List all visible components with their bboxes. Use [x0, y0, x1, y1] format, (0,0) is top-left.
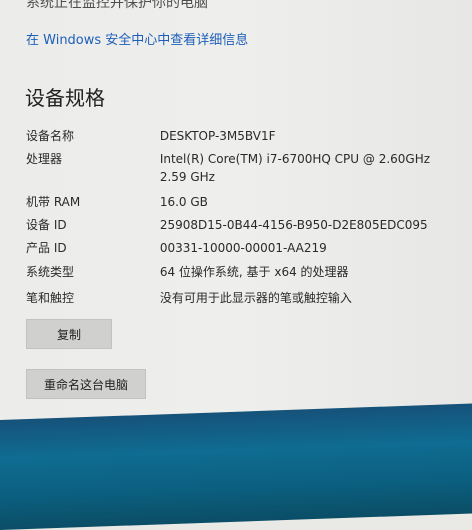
spec-row-system-type: 系统类型 64 位操作系统, 基于 x64 的处理器 — [26, 263, 349, 281]
spec-value: 没有可用于此显示器的笔或触控输入 — [159, 291, 352, 305]
spec-label: 产品 ID — [26, 241, 67, 255]
rename-pc-button[interactable]: 重命名这台电脑 — [26, 369, 146, 399]
device-specs-title: 设备规格 — [25, 86, 105, 110]
spec-value: 25908D15-0B44-4156-B950-D2E805EDC095 — [159, 218, 428, 232]
windows-security-link[interactable]: 在 Windows 安全中心中查看详细信息 — [26, 29, 248, 48]
spec-label: 机带 RAM — [26, 195, 81, 209]
spec-label: 系统类型 — [26, 265, 75, 279]
spec-row-device-id: 设备 ID 25908D15-0B44-4156-B950-D2E805EDC0… — [26, 216, 428, 234]
spec-value: Intel(R) Core(TM) i7-6700HQ CPU @ 2.60GH… — [160, 150, 430, 186]
processor-speed: 2.59 GHz — [159, 170, 215, 184]
desktop-background — [0, 403, 472, 530]
spec-value: 64 位操作系统, 基于 x64 的处理器 — [159, 265, 349, 279]
security-status-text: 系统正在监控并保护你的电脑 — [26, 0, 208, 11]
spec-row-pen-touch: 笔和触控 没有可用于此显示器的笔或触控输入 — [26, 289, 352, 307]
spec-value: 16.0 GB — [159, 195, 208, 209]
spec-label: 笔和触控 — [26, 291, 75, 305]
spec-row-product-id: 产品 ID 00331-10000-00001-AA219 — [26, 239, 327, 257]
settings-panel: 系统正在监控并保护你的电脑 在 Windows 安全中心中查看详细信息 设备规格… — [0, 0, 472, 430]
spec-label: 设备 ID — [26, 218, 67, 232]
spec-label: 设备名称 — [26, 129, 75, 143]
spec-row-processor: 处理器 Intel(R) Core(TM) i7-6700HQ CPU @ 2.… — [26, 150, 430, 186]
spec-value: 00331-10000-00001-AA219 — [159, 241, 327, 255]
copy-button[interactable]: 复制 — [26, 319, 112, 349]
spec-label: 处理器 — [26, 152, 63, 166]
spec-row-device-name: 设备名称 DESKTOP-3M5BV1F — [26, 127, 276, 145]
spec-value: DESKTOP-3M5BV1F — [159, 129, 276, 143]
spec-row-ram: 机带 RAM 16.0 GB — [26, 193, 208, 211]
processor-name: Intel(R) Core(TM) i7-6700HQ CPU @ 2.60GH… — [159, 152, 431, 166]
